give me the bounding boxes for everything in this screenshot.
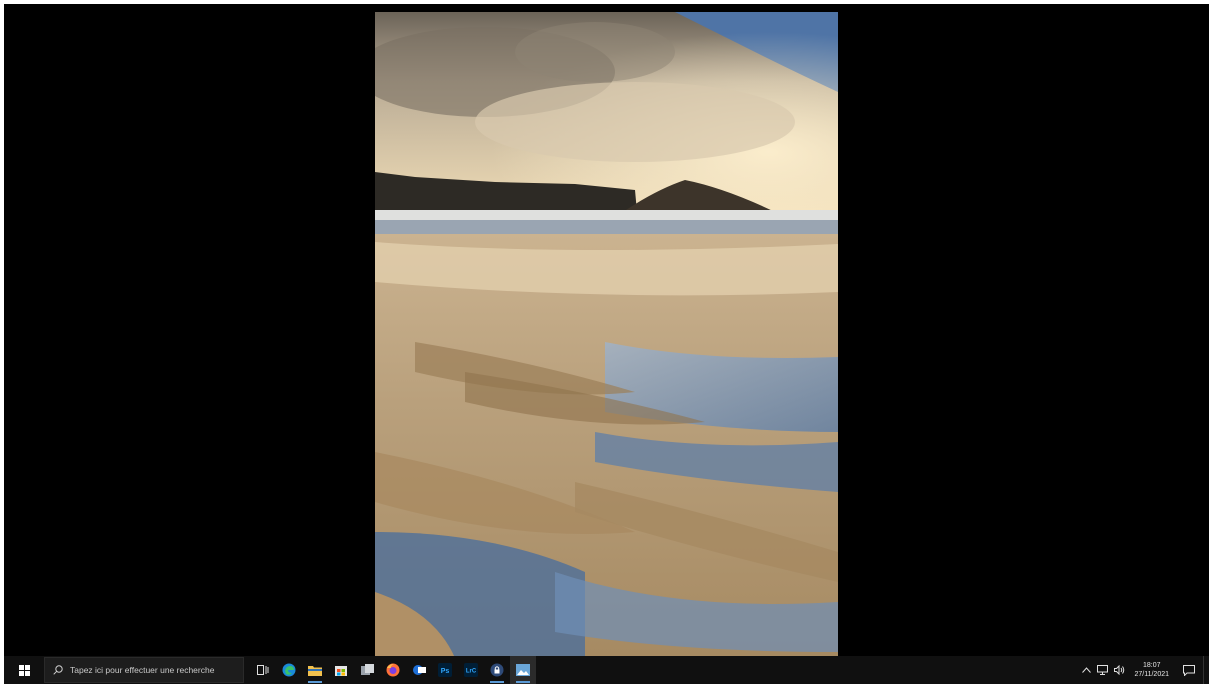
volume-icon [1114, 665, 1125, 675]
store-icon [335, 666, 347, 676]
chevron-up-icon [1082, 667, 1092, 673]
lightroom-button[interactable]: LrC [458, 656, 484, 684]
search-placeholder: Tapez ici pour effectuer une recherche [70, 665, 215, 675]
network-button[interactable] [1094, 656, 1111, 684]
app-icon [413, 665, 426, 675]
network-icon [1097, 665, 1109, 675]
edge-button[interactable] [276, 656, 302, 684]
vpn-button[interactable] [484, 656, 510, 684]
volume-button[interactable] [1111, 656, 1128, 684]
show-desktop-button[interactable] [1203, 656, 1209, 684]
app-blue-button[interactable] [406, 656, 432, 684]
photoshop-icon: Ps [438, 663, 452, 677]
notifications-button[interactable] [1175, 656, 1203, 684]
svg-text:LrC: LrC [466, 669, 477, 675]
app-gray-button[interactable] [354, 656, 380, 684]
svg-text:Ps: Ps [441, 668, 450, 675]
notification-icon [1183, 664, 1195, 676]
lightroom-icon: LrC [464, 663, 478, 677]
edge-icon [282, 663, 296, 677]
taskbar-apps: Ps LrC [250, 656, 536, 684]
taskbar: Tapez ici pour effectuer une recherche P… [4, 656, 1209, 684]
photo-viewer-image [375, 12, 838, 658]
photos-icon [516, 664, 530, 676]
firefox-icon [386, 663, 400, 677]
clock[interactable]: 18:07 27/11/2021 [1128, 661, 1175, 679]
task-view-button[interactable] [250, 656, 276, 684]
task-view-icon [257, 665, 269, 675]
start-button[interactable] [4, 656, 44, 684]
store-button[interactable] [328, 656, 354, 684]
app-icon [360, 664, 374, 675]
lock-icon [490, 663, 504, 677]
screen: Tapez ici pour effectuer une recherche P… [4, 4, 1209, 684]
show-hidden-icons-button[interactable] [1079, 656, 1094, 684]
desktop [4, 4, 1209, 658]
clock-date: 27/11/2021 [1134, 671, 1169, 678]
firefox-button[interactable] [380, 656, 406, 684]
beach-landscape-image [375, 12, 838, 658]
windows-icon [18, 664, 30, 676]
folder-icon [308, 666, 322, 676]
system-tray: 18:07 27/11/2021 [1079, 656, 1209, 684]
photoshop-button[interactable]: Ps [432, 656, 458, 684]
photos-button[interactable] [510, 656, 536, 684]
search-box[interactable]: Tapez ici pour effectuer une recherche [44, 657, 244, 683]
file-explorer-button[interactable] [302, 656, 328, 684]
clock-time: 18:07 [1142, 662, 1161, 669]
search-icon [53, 665, 63, 675]
